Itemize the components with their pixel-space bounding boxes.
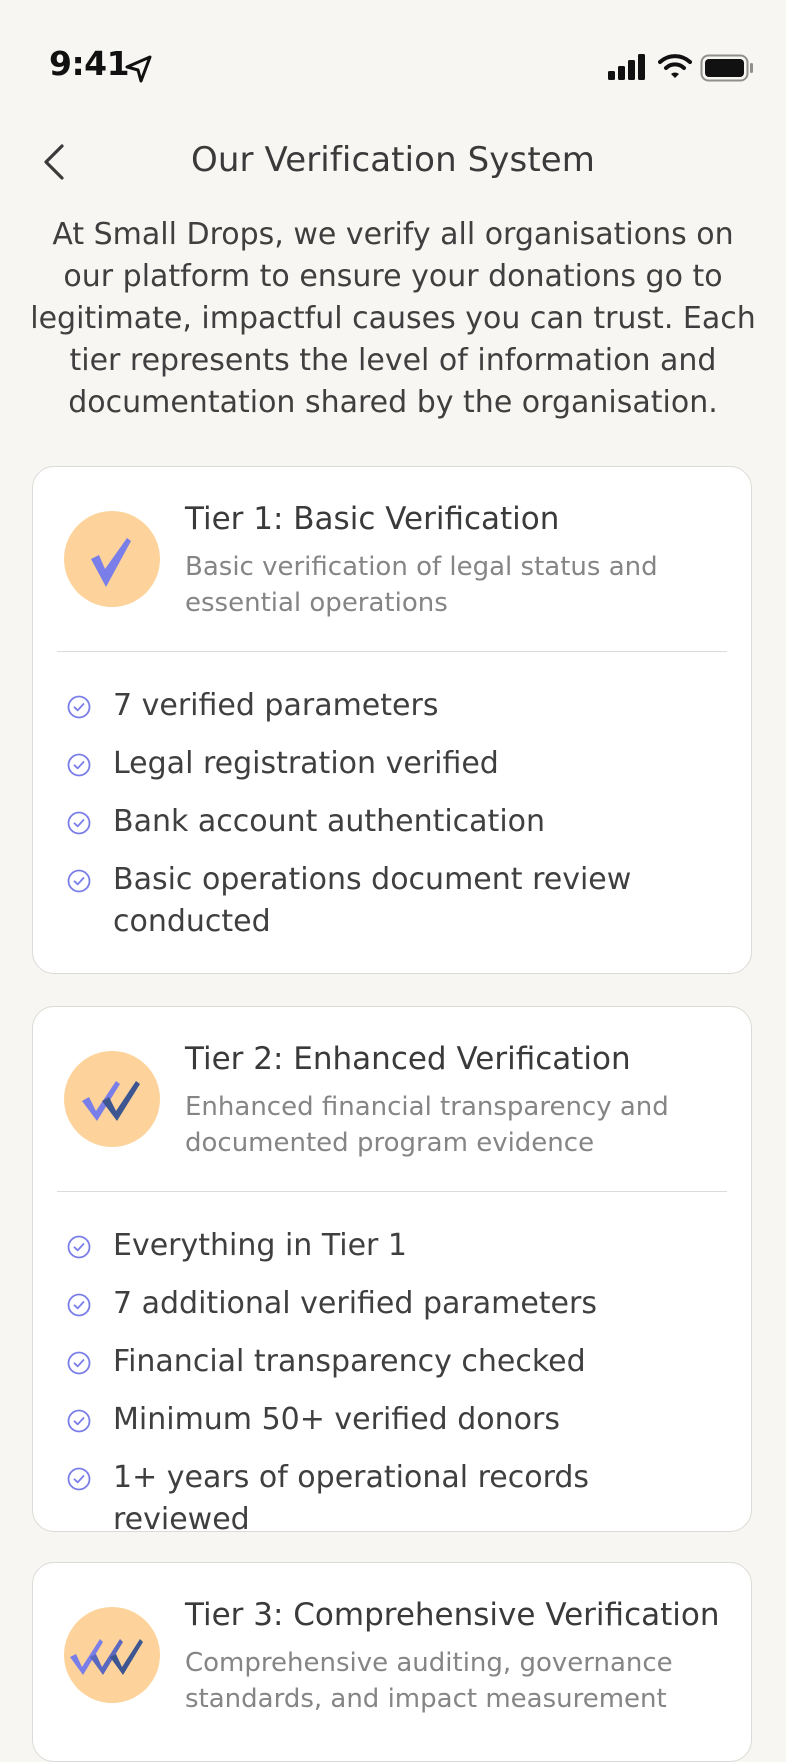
feature-item: 7 verified parameters xyxy=(33,685,751,727)
divider xyxy=(57,651,727,652)
check-circle-icon xyxy=(67,1235,91,1259)
battery-icon xyxy=(700,54,753,82)
cellular-signal-icon xyxy=(608,54,645,80)
tier-title: Tier 2: Enhanced Verification xyxy=(185,1041,631,1077)
tier-description: Enhanced financial transparency and docu… xyxy=(185,1092,669,1158)
triple-check-icon xyxy=(70,1639,143,1675)
tier-description: Basic verification of legal status and e… xyxy=(185,552,658,618)
tier-card-1: Tier 1: Basic Verification Basic verific… xyxy=(32,466,752,974)
feature-item: Bank account authentication xyxy=(33,801,751,843)
check-circle-icon xyxy=(67,695,91,719)
tier-card-3: Tier 3: Comprehensive Verification Compr… xyxy=(32,1562,752,1762)
double-check-icon xyxy=(82,1081,140,1121)
check-circle-icon xyxy=(67,811,91,835)
page-title: Our Verification System xyxy=(190,140,596,180)
tier-badge xyxy=(64,1051,160,1147)
feature-text: 7 additional verified parameters xyxy=(113,1286,597,1321)
feature-item: 1+ years of operational records reviewed xyxy=(33,1457,751,1532)
check-circle-icon xyxy=(67,1351,91,1375)
feature-list: Everything in Tier 1 7 additional verifi… xyxy=(33,1225,751,1532)
tier-title: Tier 3: Comprehensive Verification xyxy=(185,1597,720,1633)
location-arrow-icon xyxy=(125,55,152,83)
feature-item: 7 additional verified parameters xyxy=(33,1283,751,1325)
feature-text: Legal registration verified xyxy=(113,746,499,781)
status-bar: 9:41 xyxy=(0,0,786,120)
check-circle-icon xyxy=(67,869,91,893)
check-circle-icon xyxy=(67,753,91,777)
feature-text: Basic operations document review conduct… xyxy=(113,862,632,939)
feature-item: Basic operations document review conduct… xyxy=(33,859,751,943)
feature-item: Legal registration verified xyxy=(33,743,751,785)
feature-text: 7 verified parameters xyxy=(113,688,439,723)
feature-item: Financial transparency checked xyxy=(33,1341,751,1383)
feature-text: Bank account authentication xyxy=(113,804,546,839)
check-circle-icon xyxy=(67,1293,91,1317)
feature-item: Minimum 50+ verified donors xyxy=(33,1399,751,1441)
feature-text: Everything in Tier 1 xyxy=(113,1228,407,1263)
tier-card-2: Tier 2: Enhanced Verification Enhanced f… xyxy=(32,1006,752,1532)
single-check-icon xyxy=(91,538,131,587)
tier-title: Tier 1: Basic Verification xyxy=(185,501,560,537)
nav-header: Our Verification System xyxy=(0,130,786,190)
feature-list: 7 verified parameters Legal registration… xyxy=(33,685,751,959)
divider xyxy=(57,1191,727,1192)
feature-item: Everything in Tier 1 xyxy=(33,1225,751,1267)
check-circle-icon xyxy=(67,1467,91,1491)
check-circle-icon xyxy=(67,1409,91,1433)
feature-text: Financial transparency checked xyxy=(113,1344,586,1379)
tier-description: Comprehensive auditing, governance stand… xyxy=(185,1648,673,1714)
status-time: 9:41 xyxy=(49,44,130,83)
tier-badge xyxy=(64,511,160,607)
intro-text: At Small Drops, we verify all organisati… xyxy=(30,217,756,420)
tier-badge xyxy=(64,1607,160,1703)
wifi-icon xyxy=(658,54,692,78)
feature-text: 1+ years of operational records reviewed xyxy=(113,1460,590,1532)
feature-text: Minimum 50+ verified donors xyxy=(113,1402,560,1437)
